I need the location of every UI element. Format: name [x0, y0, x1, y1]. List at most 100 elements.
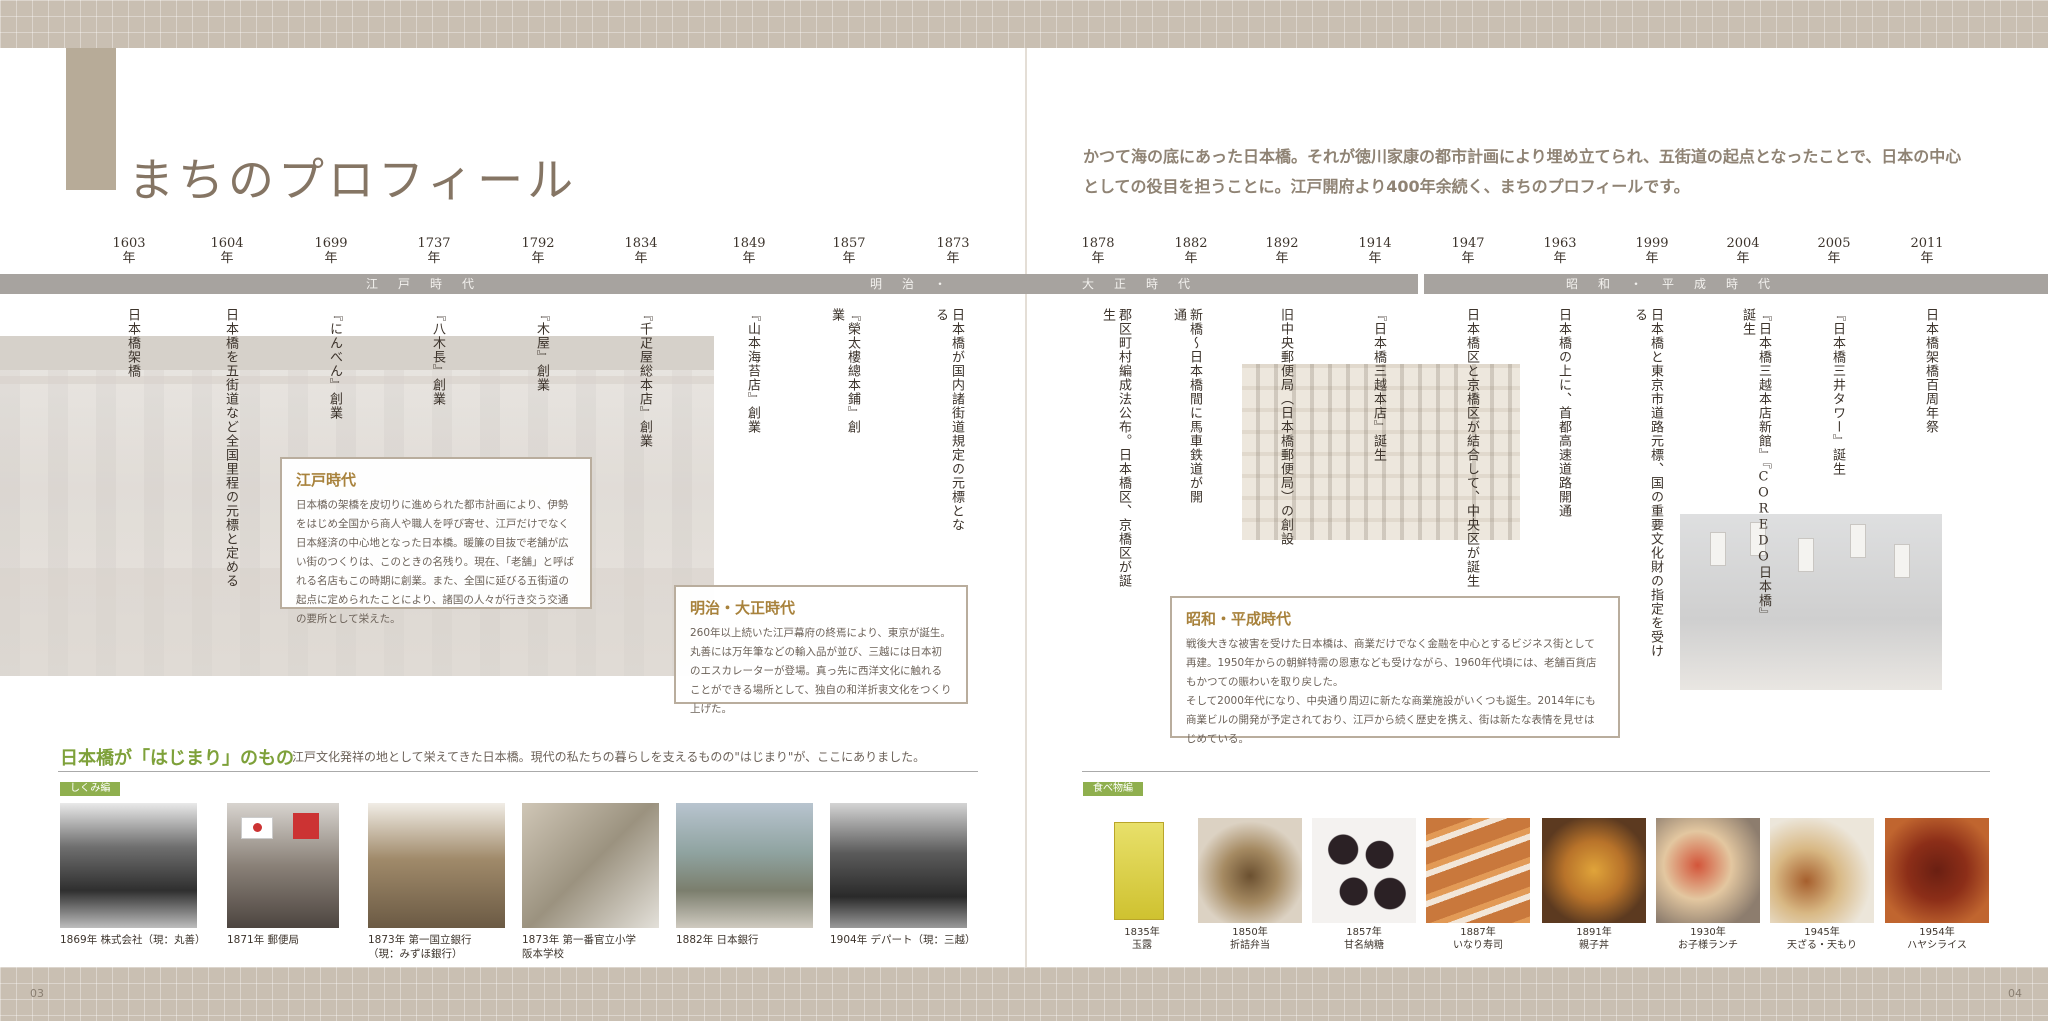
timeline-event: 日本橋区と京橋区が結合して、中央区が誕生	[1464, 308, 1479, 588]
section-divider	[58, 771, 978, 772]
timeline-year: 2011 年	[1910, 236, 1944, 266]
page-spine	[1025, 48, 1027, 967]
title-accent-block	[66, 48, 116, 190]
food-name: 甘名納糖	[1344, 940, 1384, 951]
era-label-showa: 昭和・平成時代	[1566, 277, 1791, 291]
timeline-year: 1914 年	[1358, 236, 1392, 266]
first-bank-photo	[368, 803, 505, 928]
timeline-year: 1849 年	[732, 236, 766, 266]
food-year: 1930年	[1690, 927, 1726, 938]
timeline-year: 1999 年	[1635, 236, 1669, 266]
era-box-text: 日本橋の架橋を皮切りに進められた都市計画により、伊勢をはじめ全国から商人や職人を…	[296, 499, 575, 625]
era-box-text: そして2000年代になり、中央通り周辺に新たな商業施設がいくつも誕生。2014年…	[1186, 695, 1596, 745]
timeline-year: 1603 年	[112, 236, 146, 266]
food-year: 1857年	[1346, 927, 1382, 938]
food-name: お子様ランチ	[1678, 940, 1738, 951]
era-bar-edo-meiji-taisho: 江戸時代 明治・ 大正時代	[0, 274, 1418, 294]
school-photo	[522, 803, 659, 928]
timeline-event: 『八木長』創業	[430, 308, 445, 406]
timeline-year: 1873 年	[936, 236, 970, 266]
festival-photo	[1680, 514, 1942, 690]
timeline-event: 『日本橋三越本店』誕生	[1371, 308, 1386, 462]
era-box-text: 260年以上続いた江戸幕府の終焉により、東京が誕生。丸善には万年筆などの輸入品が…	[690, 627, 952, 715]
era-bar-showa-heisei: 昭和・平成時代	[1424, 274, 2048, 294]
hayashi-rice-photo	[1885, 818, 1989, 923]
timeline-event: 旧中央郵便局（日本橋郵便局）の創設	[1278, 308, 1293, 546]
food-name: ハヤシライス	[1907, 940, 1967, 951]
shikumi-tag: しくみ編	[60, 782, 121, 796]
timeline-year: 1604 年	[210, 236, 244, 266]
food-name: 折詰弁当	[1230, 940, 1270, 951]
shikumi-caption: 1904年 デパート（現：三越）	[830, 934, 976, 946]
shikumi-caption: 1882年 日本銀行	[676, 934, 759, 946]
timeline-event: 日本橋架橋百周年祭	[1923, 308, 1938, 434]
era-box-text: 戦後大きな被害を受けた日本橋は、商業だけでなく金融を中心とするビジネス街として再…	[1186, 638, 1597, 688]
bottom-grid-band	[0, 967, 2048, 1021]
timeline-year: 1963 年	[1543, 236, 1577, 266]
food-name: 親子丼	[1579, 940, 1609, 951]
food-year: 1954年	[1919, 927, 1955, 938]
era-label-meiji: 明治・	[870, 277, 967, 291]
shikumi-caption: 1873年 第一国立銀行 （現：みずほ銀行）	[368, 934, 472, 960]
shikumi-caption: 1869年 株式会社（現：丸善）	[60, 934, 206, 946]
food-year: 1945年	[1804, 927, 1840, 938]
timeline-year: 1892 年	[1265, 236, 1299, 266]
timeline-year: 1699 年	[314, 236, 348, 266]
timeline-year: 1792 年	[521, 236, 555, 266]
timeline-event: 日本橋と東京市道路元標、国の重要文化財の指定を受ける	[1632, 308, 1663, 658]
maruzen-photo	[60, 803, 197, 928]
bento-photo	[1198, 818, 1302, 923]
timeline-year: 2004 年	[1726, 236, 1760, 266]
oyakodon-photo	[1542, 818, 1646, 923]
timeline-event: 『木屋』創業	[534, 308, 549, 392]
inari-photo	[1426, 818, 1530, 923]
timeline-event: 日本橋の上に、首都高速道路開通	[1556, 308, 1571, 518]
era-label-taisho: 大正時代	[1082, 277, 1211, 291]
timeline-event: 日本橋が国内諸街道規定の元標となる	[933, 308, 964, 532]
timeline-event: 『にんべん』創業	[327, 308, 342, 420]
era-box-showa-heisei: 昭和・平成時代 戦後大きな被害を受けた日本橋は、商業だけでなく金融を中心とするビ…	[1170, 596, 1620, 745]
timeline-event: 新橋〜日本橋間に馬車鉄道が開通	[1171, 308, 1202, 504]
timeline-year: 1737 年	[417, 236, 451, 266]
department-store-photo	[830, 803, 967, 928]
era-box-meiji-taisho: 明治・大正時代 260年以上続いた江戸幕府の終焉により、東京が誕生。丸善には万年…	[674, 585, 968, 715]
food-year: 1835年	[1124, 927, 1160, 938]
page-title: まちのプロフィール	[128, 153, 578, 207]
food-year: 1891年	[1576, 927, 1612, 938]
timeline-event: 『榮太樓總本鋪』創業	[829, 308, 860, 434]
kids-lunch-photo	[1656, 818, 1760, 923]
timeline-year: 1834 年	[624, 236, 658, 266]
origins-subtitle: 江戸文化発祥の地として栄えてきた日本橋。現代の私たちの暮らしを支えるものの"はじ…	[292, 750, 926, 764]
era-box-title: 江戸時代	[296, 471, 357, 489]
era-box-title: 昭和・平成時代	[1186, 610, 1292, 628]
era-label-edo: 江戸時代	[366, 277, 495, 291]
timeline-event: 『千疋屋総本店』創業	[637, 308, 652, 448]
timeline-event: 日本橋を五街道など全国里程の元標と定める	[223, 308, 238, 588]
origins-title: 日本橋が「はじまり」のもの	[60, 748, 294, 769]
food-tag: 食べ物編	[1083, 782, 1143, 796]
timeline-event: 『山本海苔店』創業	[745, 308, 760, 434]
shikumi-caption: 1873年 第一番官立小学 阪本学校	[522, 934, 637, 960]
timeline-year: 1882 年	[1174, 236, 1208, 266]
timeline-year: 2005 年	[1817, 236, 1851, 266]
gyokuro-photo	[1090, 818, 1194, 923]
food-name: 天ざる・天もり	[1787, 940, 1857, 951]
timeline-year: 1878 年	[1081, 236, 1115, 266]
food-year: 1850年	[1232, 927, 1268, 938]
timeline-event: 郡区町村編成法公布。日本橋区、京橋区が誕生	[1100, 308, 1131, 588]
timeline-year: 1857 年	[832, 236, 866, 266]
page-number-left: 03	[30, 987, 44, 1000]
era-box-edo: 江戸時代 日本橋の架橋を皮切りに進められた都市計画により、伊勢をはじめ全国から商…	[280, 457, 592, 625]
era-box-title: 明治・大正時代	[690, 599, 796, 617]
top-grid-band	[0, 0, 2048, 48]
section-divider	[1082, 771, 1990, 772]
page-number-right: 04	[2008, 987, 2022, 1000]
timeline-event: 『日本橋三井タワー』誕生	[1830, 308, 1845, 476]
amananatto-photo	[1312, 818, 1416, 923]
food-name: いなり寿司	[1453, 940, 1503, 951]
timeline-event: 日本橋架橋	[125, 308, 140, 378]
bank-of-japan-photo	[676, 803, 813, 928]
timeline-year: 1947 年	[1451, 236, 1485, 266]
food-year: 1887年	[1460, 927, 1496, 938]
food-name: 玉露	[1132, 940, 1152, 951]
